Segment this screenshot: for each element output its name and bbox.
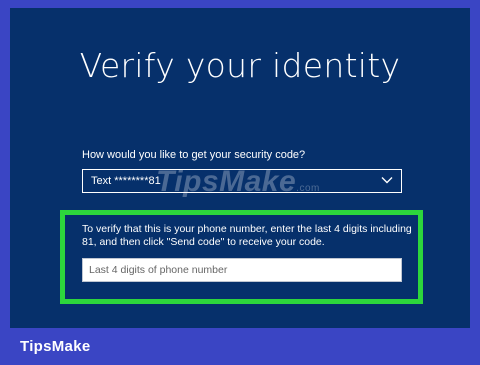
method-question-label: How would you like to get your security … bbox=[82, 149, 306, 161]
last-four-digits-input[interactable] bbox=[82, 258, 402, 282]
method-select-value: Text ********81 bbox=[91, 175, 161, 187]
watermark: TipsMake.com bbox=[156, 165, 320, 198]
page-title: Verify your identity bbox=[79, 46, 401, 85]
instructions-text: To verify that this is your phone number… bbox=[82, 223, 412, 248]
footer-brand-logo: TipsMake bbox=[20, 338, 91, 355]
verification-screen: Verify your identity How would you like … bbox=[10, 8, 470, 328]
chevron-down-icon bbox=[381, 177, 393, 184]
